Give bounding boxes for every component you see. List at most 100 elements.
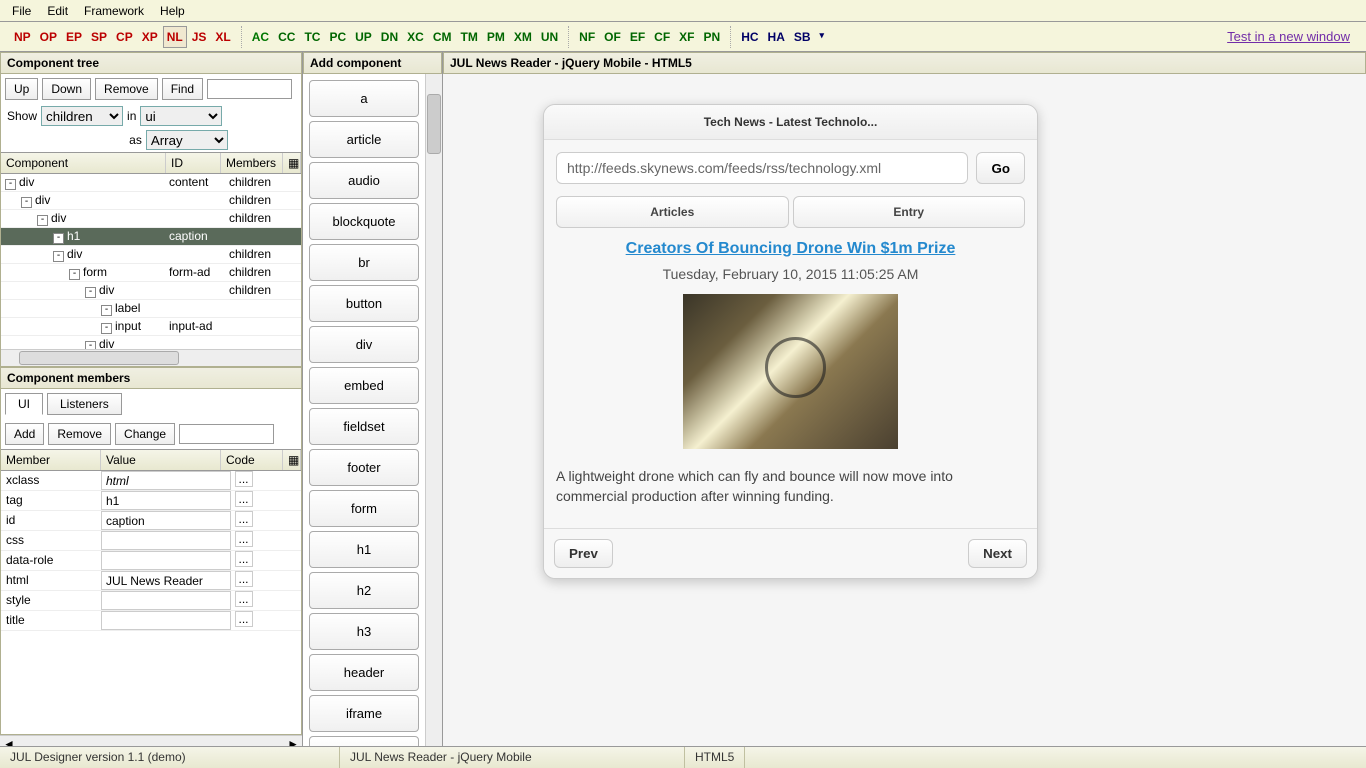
member-value-input[interactable]: [101, 471, 231, 490]
toolbar-btn-ha[interactable]: HA: [764, 26, 789, 48]
toolbar-btn-dn[interactable]: DN: [377, 26, 402, 48]
tab-listeners[interactable]: Listeners: [47, 393, 122, 415]
tree-row[interactable]: -divchildren: [1, 210, 301, 228]
tab-ui[interactable]: UI: [5, 393, 43, 415]
member-code-button[interactable]: ...: [235, 571, 253, 587]
prev-button[interactable]: Prev: [554, 539, 613, 568]
add-component-iframe[interactable]: iframe: [309, 695, 419, 732]
toolbar-btn-un[interactable]: UN: [537, 26, 562, 48]
tree-find-button[interactable]: Find: [162, 78, 203, 100]
article-title-link[interactable]: Creators Of Bouncing Drone Win $1m Prize: [556, 240, 1025, 258]
members-remove-button[interactable]: Remove: [48, 423, 111, 445]
menu-edit[interactable]: Edit: [39, 2, 76, 20]
menu-help[interactable]: Help: [152, 2, 193, 20]
add-component-header[interactable]: header: [309, 654, 419, 691]
as-select[interactable]: Array: [146, 130, 228, 150]
member-value-input[interactable]: [101, 591, 231, 610]
toolbar-btn-cf[interactable]: CF: [650, 26, 674, 48]
tree-row[interactable]: -divchildren: [1, 246, 301, 264]
add-component-article[interactable]: article: [309, 121, 419, 158]
toolbar-btn-xl[interactable]: XL: [211, 26, 234, 48]
add-component-h3[interactable]: h3: [309, 613, 419, 650]
tree-down-button[interactable]: Down: [42, 78, 91, 100]
in-select[interactable]: ui: [140, 106, 222, 126]
add-v-scrollbar[interactable]: [425, 74, 442, 752]
tree-toggle-icon[interactable]: -: [53, 251, 64, 262]
member-value-input[interactable]: [101, 551, 231, 570]
tree-row[interactable]: -inputinput-ad: [1, 318, 301, 336]
add-component-div[interactable]: div: [309, 326, 419, 363]
tab-entry[interactable]: Entry: [793, 196, 1026, 228]
menu-framework[interactable]: Framework: [76, 2, 152, 20]
add-component-footer[interactable]: footer: [309, 449, 419, 486]
toolbar-btn-ac[interactable]: AC: [248, 26, 273, 48]
add-component-a[interactable]: a: [309, 80, 419, 117]
tree-toggle-icon[interactable]: -: [85, 287, 96, 298]
add-component-form[interactable]: form: [309, 490, 419, 527]
member-code-button[interactable]: ...: [235, 471, 253, 487]
member-value-input[interactable]: [101, 611, 231, 630]
toolbar-btn-op[interactable]: OP: [36, 26, 61, 48]
tree-toggle-icon[interactable]: -: [53, 233, 64, 244]
toolbar-btn-pc[interactable]: PC: [325, 26, 350, 48]
menu-file[interactable]: File: [4, 2, 39, 20]
member-code-button[interactable]: ...: [235, 611, 253, 627]
tree-row[interactable]: -div: [1, 336, 301, 349]
member-code-button[interactable]: ...: [235, 511, 253, 527]
members-add-button[interactable]: Add: [5, 423, 44, 445]
member-code-button[interactable]: ...: [235, 531, 253, 547]
tree-toggle-icon[interactable]: -: [69, 269, 80, 280]
add-component-fieldset[interactable]: fieldset: [309, 408, 419, 445]
member-code-button[interactable]: ...: [235, 591, 253, 607]
toolbar-btn-up[interactable]: UP: [351, 26, 376, 48]
toolbar-btn-np[interactable]: NP: [10, 26, 35, 48]
tree-row[interactable]: -divcontentchildren: [1, 174, 301, 192]
toolbar-btn-cm[interactable]: CM: [429, 26, 456, 48]
test-in-new-window-link[interactable]: Test in a new window: [1227, 29, 1350, 44]
toolbar-btn-tm[interactable]: TM: [456, 26, 481, 48]
member-value-input[interactable]: [101, 491, 231, 510]
tree-remove-button[interactable]: Remove: [95, 78, 158, 100]
next-button[interactable]: Next: [968, 539, 1027, 568]
add-component-embed[interactable]: embed: [309, 367, 419, 404]
tree-toggle-icon[interactable]: -: [37, 215, 48, 226]
col-menu-icon[interactable]: ▦: [283, 450, 301, 470]
member-code-button[interactable]: ...: [235, 551, 253, 567]
members-change-input[interactable]: [179, 424, 274, 444]
toolbar-btn-of[interactable]: OF: [600, 26, 625, 48]
tree-row[interactable]: -formform-adchildren: [1, 264, 301, 282]
add-component-h1[interactable]: h1: [309, 531, 419, 568]
toolbar-btn-sp[interactable]: SP: [87, 26, 111, 48]
tree-toggle-icon[interactable]: -: [85, 341, 96, 349]
toolbar-btn-cp[interactable]: CP: [112, 26, 137, 48]
toolbar-btn-xm[interactable]: XM: [510, 26, 536, 48]
add-component-br[interactable]: br: [309, 244, 419, 281]
toolbar-btn-xp[interactable]: XP: [138, 26, 162, 48]
tree-find-input[interactable]: [207, 79, 292, 99]
toolbar-btn-pm[interactable]: PM: [483, 26, 509, 48]
add-component-h2[interactable]: h2: [309, 572, 419, 609]
add-component-button[interactable]: button: [309, 285, 419, 322]
toolbar-btn-js[interactable]: JS: [188, 26, 211, 48]
tree-row[interactable]: -divchildren: [1, 282, 301, 300]
tree-row[interactable]: -divchildren: [1, 192, 301, 210]
add-component-blockquote[interactable]: blockquote: [309, 203, 419, 240]
toolbar-btn-xf[interactable]: XF: [675, 26, 698, 48]
member-code-button[interactable]: ...: [235, 491, 253, 507]
show-select[interactable]: children: [41, 106, 123, 126]
tree-toggle-icon[interactable]: -: [101, 305, 112, 316]
toolbar-btn-tc[interactable]: TC: [300, 26, 324, 48]
toolbar-btn-ep[interactable]: EP: [62, 26, 86, 48]
member-value-input[interactable]: [101, 511, 231, 530]
tree-h-scrollbar[interactable]: [1, 349, 301, 366]
toolbar-btn-ef[interactable]: EF: [626, 26, 649, 48]
go-button[interactable]: Go: [976, 152, 1025, 184]
toolbar-btn-nf[interactable]: NF: [575, 26, 599, 48]
add-component-audio[interactable]: audio: [309, 162, 419, 199]
tab-articles[interactable]: Articles: [556, 196, 789, 228]
toolbar-btn-xc[interactable]: XC: [403, 26, 428, 48]
feed-url-input[interactable]: [556, 152, 968, 184]
tree-up-button[interactable]: Up: [5, 78, 38, 100]
caret-down-icon[interactable]: ▾: [816, 26, 829, 48]
toolbar-btn-nl[interactable]: NL: [163, 26, 187, 48]
